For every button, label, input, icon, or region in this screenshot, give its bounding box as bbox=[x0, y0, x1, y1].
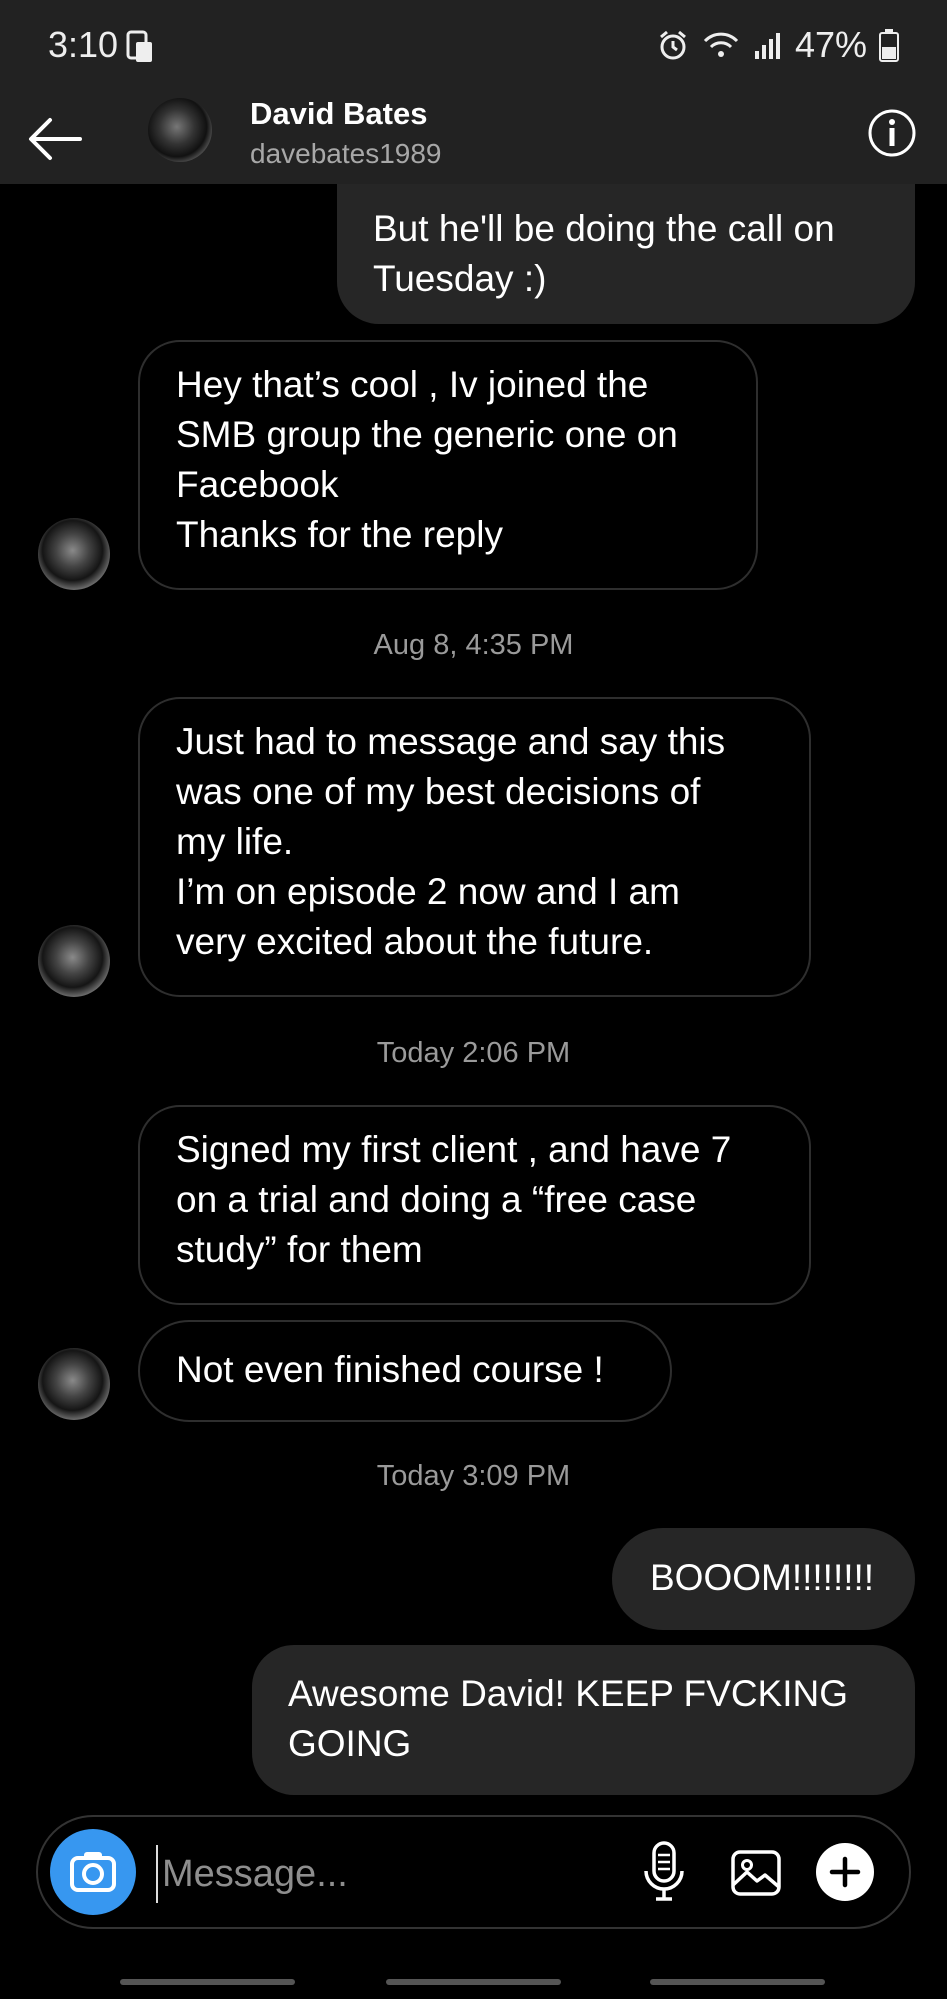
timestamp: Today 3:09 PM bbox=[376, 1460, 571, 1492]
timestamp: Aug 8, 4:35 PM bbox=[373, 629, 574, 661]
message-line: Awesome David! KEEP FVCKING bbox=[288, 1673, 849, 1714]
phone-notification-icon bbox=[126, 30, 152, 62]
message-line: SMB group the generic one on bbox=[176, 414, 678, 455]
message-line: Hey that’s cool , Iv joined the bbox=[176, 364, 649, 405]
wifi-icon bbox=[703, 32, 739, 57]
message-line: BOOOM!!!!!!!! bbox=[650, 1557, 875, 1598]
message-line: on a trial and doing a “free case bbox=[176, 1179, 697, 1220]
microphone-icon[interactable] bbox=[636, 1839, 692, 1905]
message-line: But he'll be doing the call on bbox=[373, 208, 835, 249]
message-line: Not even finished course ! bbox=[176, 1349, 604, 1390]
contact-avatar[interactable] bbox=[148, 98, 212, 162]
outgoing-message[interactable]: BOOOM!!!!!!!! bbox=[612, 1528, 915, 1630]
message-line: study” for them bbox=[176, 1229, 423, 1270]
contact-name[interactable]: David Bates bbox=[250, 96, 427, 132]
status-time: 3:10 bbox=[48, 24, 119, 65]
sender-avatar[interactable] bbox=[38, 1348, 110, 1420]
message-line: very excited about the future. bbox=[176, 921, 654, 962]
message-line: Tuesday :) bbox=[373, 258, 547, 299]
battery-icon bbox=[879, 29, 899, 62]
sender-avatar[interactable] bbox=[38, 518, 110, 590]
sender-avatar[interactable] bbox=[38, 925, 110, 997]
more-options-button[interactable] bbox=[816, 1843, 874, 1901]
plus-icon bbox=[829, 1856, 861, 1888]
message-line: I’m on episode 2 now and I am bbox=[176, 871, 680, 912]
outgoing-message[interactable]: Awesome David! KEEP FVCKING GOING bbox=[252, 1645, 915, 1795]
battery-percent: 47% bbox=[794, 24, 867, 65]
camera-button[interactable] bbox=[50, 1829, 136, 1915]
message-composer bbox=[36, 1815, 911, 1929]
message-line: Thanks for the reply bbox=[176, 514, 503, 555]
gallery-icon[interactable] bbox=[728, 1845, 784, 1901]
incoming-message[interactable]: Signed my first client , and have 7 on a… bbox=[138, 1105, 811, 1305]
nav-pill-center[interactable] bbox=[386, 1979, 561, 1985]
message-line: was one of my best decisions of bbox=[176, 771, 701, 812]
camera-icon bbox=[70, 1852, 116, 1892]
chat-header: David Bates davebates1989 bbox=[0, 92, 947, 184]
message-line: Just had to message and say this bbox=[176, 721, 726, 762]
message-line: GOING bbox=[288, 1723, 412, 1764]
message-line: my life. bbox=[176, 821, 294, 862]
outgoing-message[interactable]: But he'll be doing the call on Tuesday :… bbox=[337, 184, 915, 324]
incoming-message[interactable]: Just had to message and say this was one… bbox=[138, 697, 811, 997]
nav-pill-left[interactable] bbox=[120, 1979, 295, 1985]
back-arrow-icon[interactable] bbox=[24, 108, 86, 170]
alarm-icon bbox=[659, 30, 686, 60]
incoming-message[interactable]: Hey that’s cool , Iv joined the SMB grou… bbox=[138, 340, 758, 590]
info-icon[interactable] bbox=[867, 108, 917, 158]
status-bar: 3:10 47% bbox=[0, 0, 947, 92]
incoming-message[interactable]: Not even finished course ! bbox=[138, 1320, 672, 1422]
contact-username[interactable]: davebates1989 bbox=[250, 138, 442, 170]
timestamp: Today 2:06 PM bbox=[376, 1037, 571, 1069]
signal-icon bbox=[754, 33, 780, 59]
message-line: Signed my first client , and have 7 bbox=[176, 1129, 732, 1170]
nav-pill-right[interactable] bbox=[650, 1979, 825, 1985]
message-line: Facebook bbox=[176, 464, 339, 505]
message-input[interactable] bbox=[156, 1845, 644, 1903]
